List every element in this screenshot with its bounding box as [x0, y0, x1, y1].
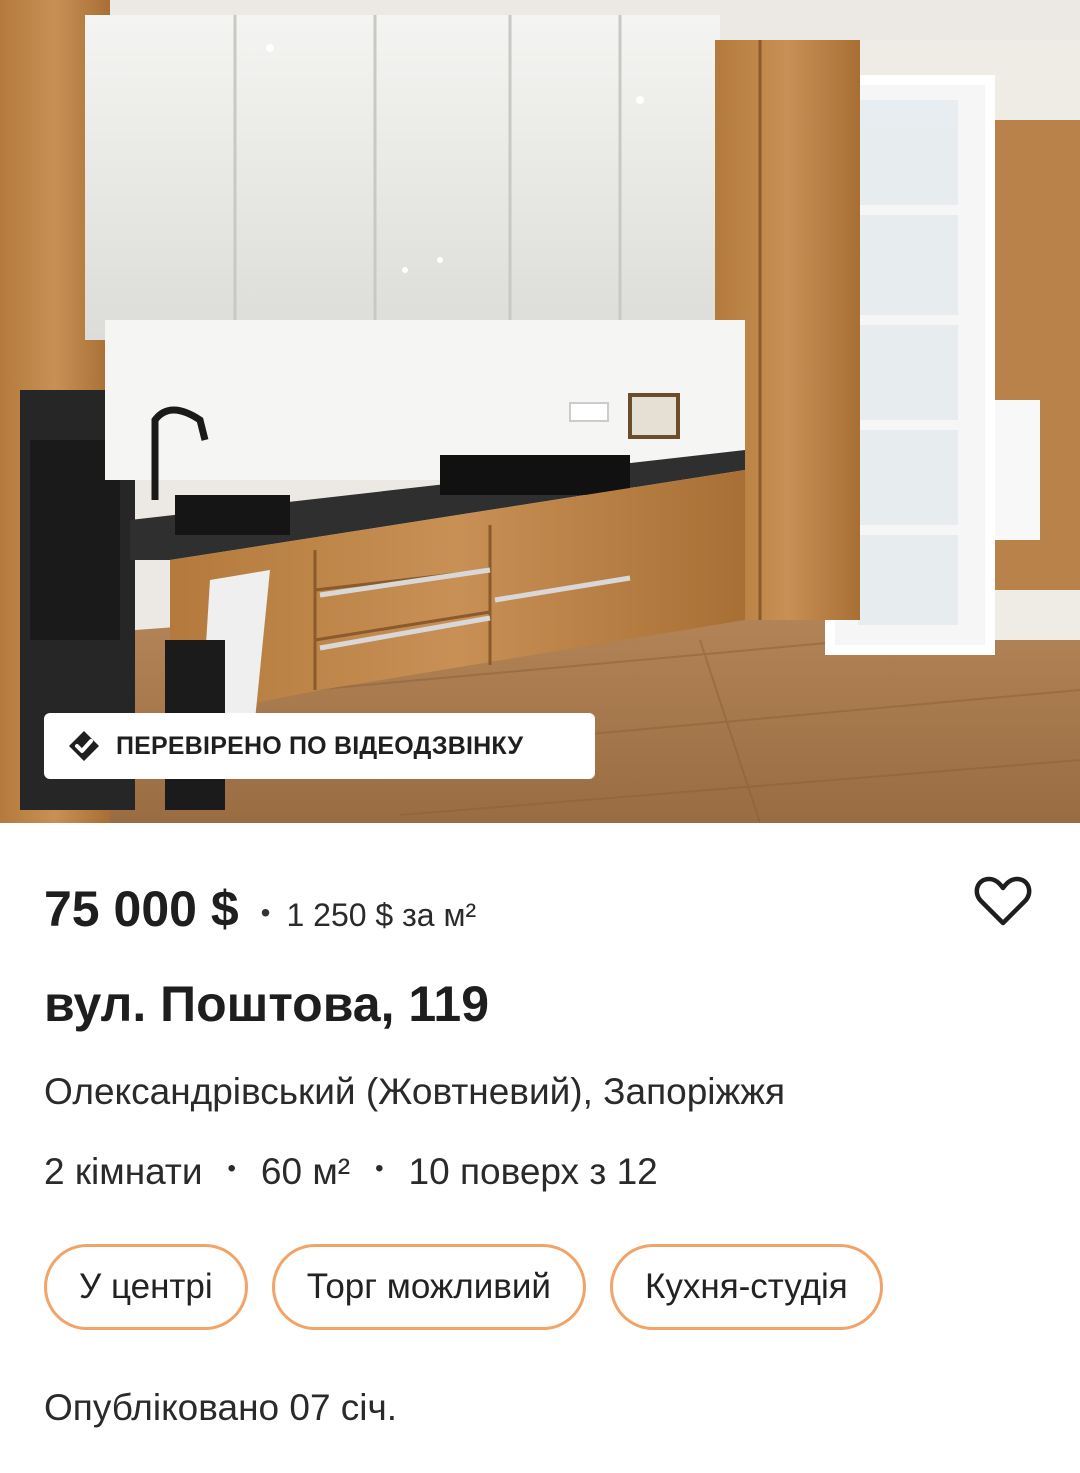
- price-separator: •: [260, 897, 271, 928]
- published-date: Опубліковано 07 січ.: [44, 1387, 398, 1428]
- params-separator: •: [375, 1155, 384, 1182]
- verified-badge-label: ПЕРЕВІРЕНО ПО ВІДЕОДЗВІНКУ: [116, 731, 524, 760]
- floor-info: 10 поверх з 12: [408, 1151, 658, 1192]
- params-separator: •: [227, 1155, 236, 1182]
- tag-list: У центрі Торг можливий Кухня-студія: [44, 1244, 907, 1330]
- favorite-button[interactable]: [970, 870, 1036, 932]
- listing-address[interactable]: вул. Поштова, 119: [44, 975, 489, 1033]
- verified-house-icon: [64, 726, 104, 766]
- price: 75 000 $: [44, 881, 239, 937]
- tag-chip[interactable]: Кухня-студія: [609, 1244, 883, 1330]
- rooms-count: 2 кімнати: [44, 1151, 203, 1192]
- price-row: 75 000 $ • 1 250 $ за м²: [44, 880, 476, 938]
- listing-district: Олександрівський (Жовтневий), Запоріжжя: [44, 1071, 786, 1112]
- tag-chip[interactable]: Торг можливий: [271, 1244, 586, 1330]
- heart-icon: [974, 876, 1032, 926]
- listing-params: 2 кімнати • 60 м² • 10 поверх з 12: [44, 1151, 658, 1193]
- verified-badge: ПЕРЕВІРЕНО ПО ВІДЕОДЗВІНКУ: [44, 713, 595, 779]
- listing-photo[interactable]: ПЕРЕВІРЕНО ПО ВІДЕОДЗВІНКУ: [0, 0, 1080, 823]
- tag-chip[interactable]: У центрі: [44, 1244, 248, 1330]
- price-per-m2: 1 250 $ за м²: [286, 897, 477, 933]
- area: 60 м²: [260, 1151, 351, 1192]
